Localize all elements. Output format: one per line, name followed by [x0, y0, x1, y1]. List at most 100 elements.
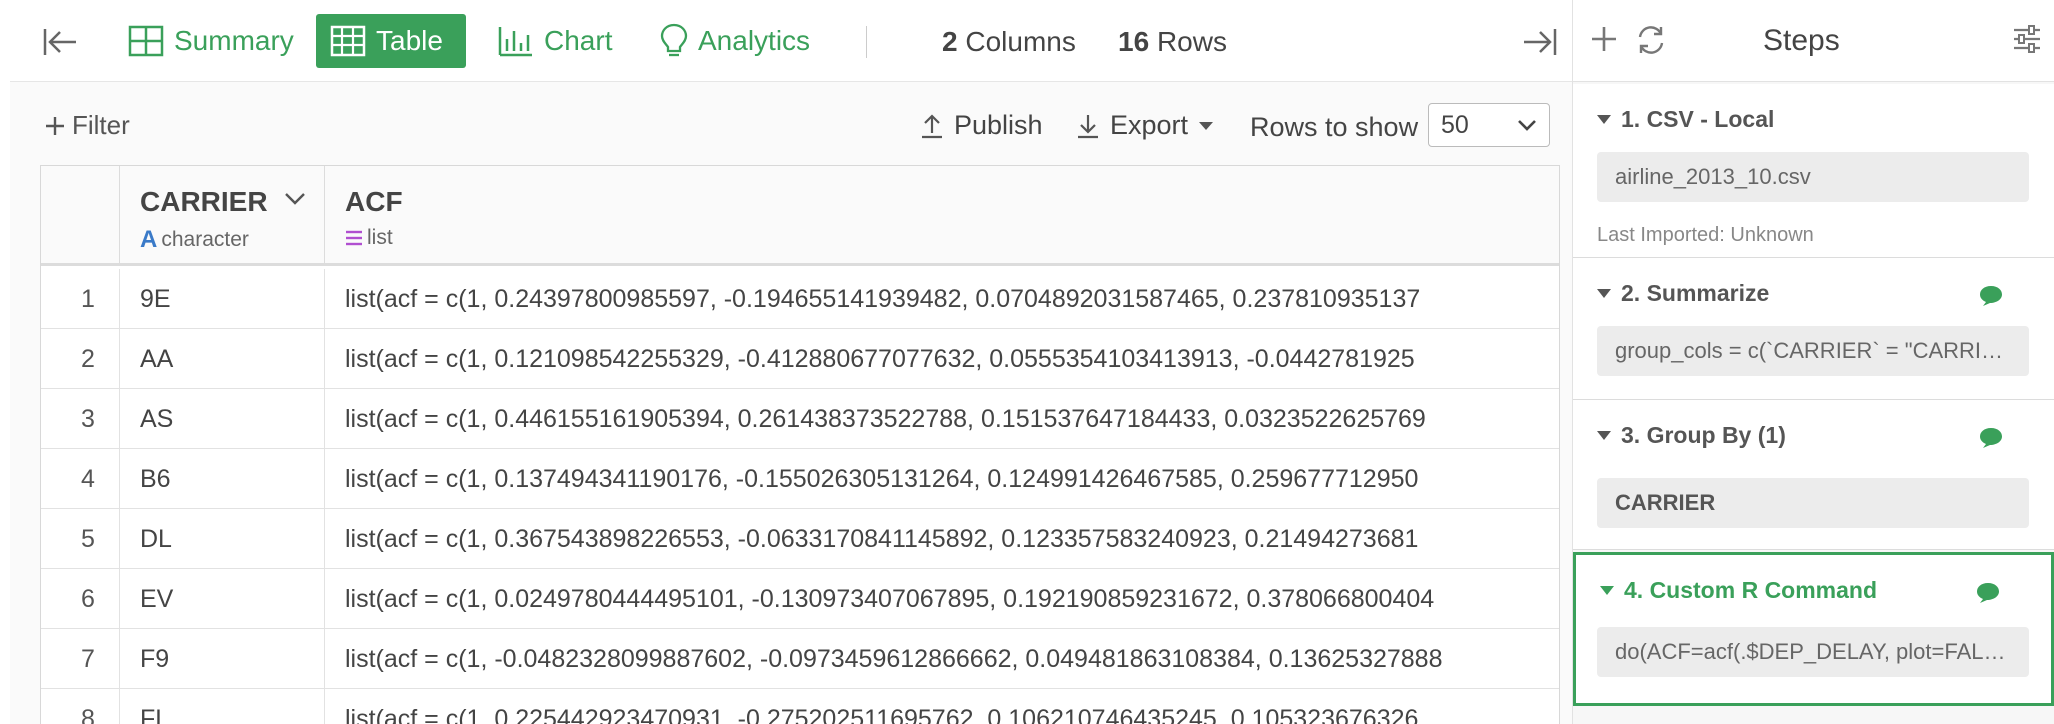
rows-to-show-select[interactable]: 50: [1428, 103, 1550, 147]
column-type: list: [345, 226, 393, 250]
carrier-cell[interactable]: EV: [120, 569, 325, 629]
step-group-by[interactable]: 3. Group By (1) CARRIER: [1573, 400, 2054, 550]
tab-summary-label: Summary: [174, 25, 294, 56]
view-toolbar: Summary Table Chart Analytics 2 Columns …: [10, 0, 1572, 82]
caret-down-icon: [1199, 121, 1214, 130]
column-name: ACF: [345, 186, 403, 217]
row-number-header: [41, 166, 120, 266]
export-label: Export: [1110, 110, 1189, 140]
export-button[interactable]: Export: [1076, 110, 1214, 141]
acf-cell[interactable]: list(acf = c(1, 0.0249780444495101, -0.1…: [325, 569, 1559, 629]
table-row[interactable]: 6 EV list(acf = c(1, 0.0249780444495101, -…: [41, 569, 1559, 629]
sliders-icon: [2014, 25, 2040, 53]
table-row[interactable]: 5 DL list(acf = c(1, 0.367543898226553, -0…: [41, 509, 1559, 569]
row-number-cell[interactable]: 6: [41, 569, 120, 629]
tab-chart[interactable]: Chart: [488, 14, 622, 68]
carrier-cell[interactable]: F9: [120, 629, 325, 689]
table-header-row: CARRIER A character ACF list: [41, 166, 1559, 266]
column-menu-chevron-icon[interactable]: [284, 192, 306, 206]
tab-table[interactable]: Table: [316, 14, 466, 68]
acf-cell[interactable]: list(acf = c(1, -0.0482328099887602, -0.…: [325, 629, 1559, 689]
steps-title: Steps: [1763, 24, 1840, 57]
carrier-cell[interactable]: AA: [120, 329, 325, 389]
refresh-button[interactable]: [1635, 24, 1667, 61]
data-table: CARRIER A character ACF list 1 9E list(a…: [40, 165, 1560, 724]
step-title-label: 1. CSV - Local: [1621, 106, 1775, 132]
rows-to-show-label: Rows to show: [1250, 112, 1419, 142]
carrier-cell[interactable]: 9E: [120, 269, 325, 329]
row-number-cell[interactable]: 8: [41, 689, 120, 724]
acf-cell[interactable]: list(acf = c(1, 0.446155161905394, 0.261…: [325, 389, 1559, 449]
columns-count-label: Columns: [965, 26, 1076, 57]
grid-icon: [128, 25, 164, 57]
row-number-cell[interactable]: 4: [41, 449, 120, 509]
steps-header: Steps: [1573, 0, 2054, 82]
carrier-cell[interactable]: AS: [120, 389, 325, 449]
table-icon: [330, 25, 366, 57]
plus-icon: [1592, 27, 1616, 51]
step-value[interactable]: do(ACF=acf(.$DEP_DELAY, plot=FALSE)): [1597, 627, 2029, 677]
collapse-left-button[interactable]: [38, 22, 82, 62]
step-title[interactable]: 2. Summarize: [1597, 280, 1769, 307]
carrier-cell[interactable]: B6: [120, 449, 325, 509]
row-number-cell[interactable]: 7: [41, 629, 120, 689]
expand-triangle-icon[interactable]: [1597, 431, 1611, 440]
tab-analytics-label: Analytics: [698, 25, 811, 56]
row-number-cell[interactable]: 2: [41, 329, 120, 389]
filter-label: Filter: [72, 110, 130, 140]
comment-icon[interactable]: [1975, 581, 2001, 605]
filter-button[interactable]: Filter: [44, 110, 130, 141]
character-type-icon: A: [140, 226, 158, 253]
tab-analytics[interactable]: Analytics: [650, 14, 820, 68]
comment-icon[interactable]: [1978, 284, 2004, 308]
step-value[interactable]: group_cols = c(`CARRIER` = "CARRIER"): [1597, 326, 2029, 376]
comment-icon[interactable]: [1978, 426, 2004, 450]
step-title[interactable]: 1. CSV - Local: [1597, 106, 1774, 133]
step-value[interactable]: CARRIER: [1597, 478, 2029, 528]
acf-cell[interactable]: list(acf = c(1, 0.225442923470931, -0.27…: [325, 689, 1559, 724]
row-number-cell[interactable]: 1: [41, 269, 120, 329]
step-csv-local[interactable]: 1. CSV - Local airline_2013_10.csv Last …: [1573, 84, 2054, 258]
table-row[interactable]: 2 AA list(acf = c(1, 0.121098542255329, -0…: [41, 329, 1559, 389]
acf-cell[interactable]: list(acf = c(1, 0.24397800985597, -0.194…: [325, 269, 1559, 329]
download-icon: [1078, 114, 1098, 138]
tab-chart-label: Chart: [544, 25, 613, 56]
collapse-left-icon: [43, 29, 76, 55]
step-value[interactable]: airline_2013_10.csv: [1597, 152, 2029, 202]
expand-triangle-icon[interactable]: [1597, 115, 1611, 124]
publish-label: Publish: [954, 110, 1043, 140]
acf-cell[interactable]: list(acf = c(1, 0.367543898226553, -0.06…: [325, 509, 1559, 569]
rows-count-value: 16: [1118, 26, 1150, 57]
collapse-right-icon: [1524, 29, 1557, 55]
step-title[interactable]: 4. Custom R Command: [1600, 577, 1877, 604]
row-number-cell[interactable]: 3: [41, 389, 120, 449]
column-header-acf[interactable]: ACF list: [325, 166, 1559, 266]
step-title-label: 3. Group By (1): [1621, 422, 1786, 448]
acf-cell[interactable]: list(acf = c(1, 0.121098542255329, -0.41…: [325, 329, 1559, 389]
step-title[interactable]: 3. Group By (1): [1597, 422, 1786, 449]
publish-button[interactable]: Publish: [920, 110, 1043, 141]
column-header-carrier[interactable]: CARRIER A character: [120, 166, 325, 266]
expand-triangle-icon[interactable]: [1600, 586, 1614, 595]
step-summarize[interactable]: 2. Summarize group_cols = c(`CARRIER` = …: [1573, 258, 2054, 400]
step-custom-r-command[interactable]: 4. Custom R Command do(ACF=acf(.$DEP_DEL…: [1573, 552, 2054, 706]
add-step-button[interactable]: [1589, 24, 1619, 59]
table-row[interactable]: 3 AS list(acf = c(1, 0.446155161905394, 0.…: [41, 389, 1559, 449]
table-row[interactable]: 8 FL list(acf = c(1, 0.225442923470931, -0…: [41, 689, 1559, 724]
collapse-right-button[interactable]: [1518, 22, 1562, 62]
acf-cell[interactable]: list(acf = c(1, 0.137494341190176, -0.15…: [325, 449, 1559, 509]
expand-triangle-icon[interactable]: [1597, 289, 1611, 298]
table-row[interactable]: 7 F9 list(acf = c(1, -0.0482328099887602, …: [41, 629, 1559, 689]
step-settings-button[interactable]: [2012, 24, 2042, 59]
row-number-cell[interactable]: 5: [41, 509, 120, 569]
table-row[interactable]: 1 9E list(acf = c(1, 0.24397800985597, -0.…: [41, 269, 1559, 329]
tab-summary[interactable]: Summary: [118, 14, 304, 68]
bar-chart-icon: [498, 27, 532, 57]
carrier-cell[interactable]: DL: [120, 509, 325, 569]
table-row[interactable]: 4 B6 list(acf = c(1, 0.137494341190176, -0…: [41, 449, 1559, 509]
carrier-cell[interactable]: FL: [120, 689, 325, 724]
chevron-down-icon: [1518, 120, 1536, 131]
column-type-label: character: [161, 228, 249, 251]
main-panel: Summary Table Chart Analytics 2 Columns …: [10, 0, 1573, 724]
plus-icon: [46, 116, 64, 135]
